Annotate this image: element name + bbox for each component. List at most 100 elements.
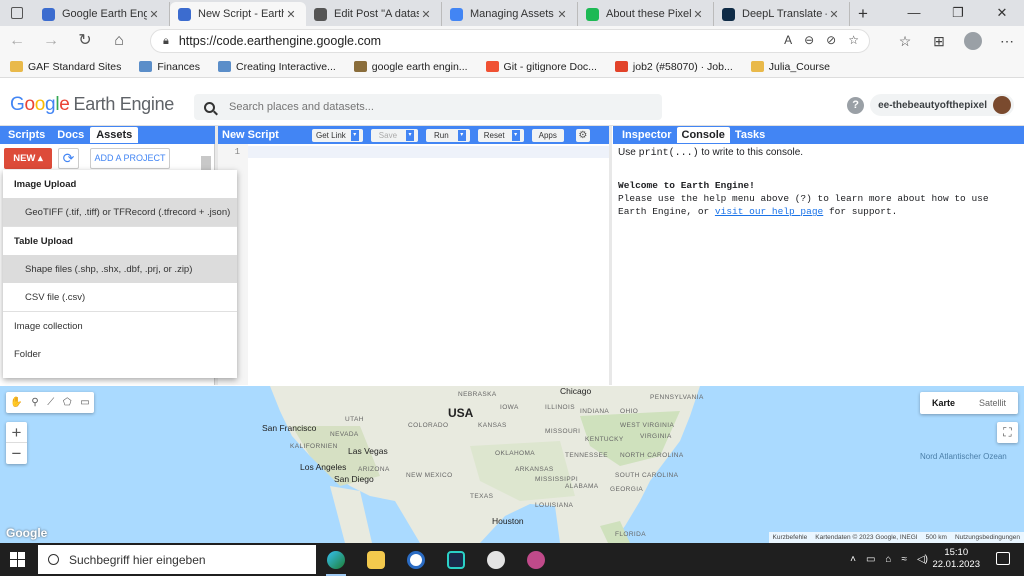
- bookmark-item[interactable]: job2 (#58070) · Job...: [614, 61, 733, 73]
- tab-docs[interactable]: Docs: [51, 127, 90, 143]
- close-tab-icon[interactable]: ✕: [147, 8, 161, 21]
- home-button[interactable]: ⌂: [102, 26, 136, 56]
- favorite-star-icon[interactable]: ☆: [848, 33, 859, 47]
- user-chip[interactable]: ee-thebeautyofthepixel: [870, 94, 1014, 116]
- new-asset-button[interactable]: NEW ▴: [4, 148, 52, 169]
- save-button[interactable]: Save ▾: [370, 128, 419, 142]
- line-tool-icon[interactable]: ⟋: [47, 397, 54, 408]
- menu-item[interactable]: Folder: [3, 340, 237, 368]
- get-link-button[interactable]: Get Link ▾: [312, 128, 363, 142]
- back-button[interactable]: ←: [0, 26, 34, 56]
- zoom-icon[interactable]: ⊖: [804, 33, 814, 47]
- close-tab-icon[interactable]: ✕: [419, 8, 433, 21]
- code-editor[interactable]: 1: [218, 144, 609, 385]
- attribution-item[interactable]: Nutzungsbedingungen: [951, 534, 1024, 541]
- fullscreen-icon[interactable]: ⛶: [997, 422, 1018, 443]
- webex-icon[interactable]: [438, 543, 474, 576]
- favorites-icon[interactable]: ☆: [888, 33, 922, 50]
- map-type-satellit[interactable]: Satellit: [967, 392, 1018, 414]
- close-tab-icon[interactable]: ✕: [691, 8, 705, 21]
- collections-icon[interactable]: ⊞: [922, 33, 956, 50]
- more-menu-icon[interactable]: ⋯: [990, 33, 1024, 50]
- taskbar-clock[interactable]: 15:10 22.01.2023: [932, 547, 980, 571]
- right-splitter[interactable]: [609, 126, 612, 385]
- windows-start-icon[interactable]: [10, 552, 25, 567]
- menu-item[interactable]: Image collection: [3, 312, 237, 340]
- map-state-label: FLORIDA: [615, 531, 646, 538]
- url-field[interactable]: 🔒︎ https://code.earthengine.google.com A…: [150, 29, 870, 53]
- browser-tab[interactable]: DeepL Translate – Der✕: [714, 2, 850, 26]
- places-search[interactable]: [194, 94, 662, 120]
- polygon-tool-icon[interactable]: ⬠: [63, 397, 72, 408]
- profile-avatar[interactable]: [964, 32, 982, 50]
- battery-icon[interactable]: ▭: [866, 554, 875, 565]
- forward-button[interactable]: →: [34, 26, 68, 56]
- snipping-tool-icon[interactable]: [518, 543, 554, 576]
- maximize-button[interactable]: ❐: [936, 0, 980, 26]
- current-line[interactable]: [248, 146, 609, 158]
- tab-scripts[interactable]: Scripts: [2, 127, 51, 143]
- tab-actions-button[interactable]: [0, 0, 34, 26]
- panel-scrollbar[interactable]: [201, 156, 211, 170]
- bookmark-item[interactable]: Creating Interactive...: [218, 61, 336, 73]
- menu-item[interactable]: Shape files (.shp, .shx, .dbf, .prj, or …: [3, 255, 237, 283]
- timer-app-icon[interactable]: [398, 543, 434, 576]
- reload-button[interactable]: ↻: [68, 26, 102, 56]
- tab-inspector[interactable]: Inspector: [617, 127, 677, 143]
- wifi-icon[interactable]: ≈: [901, 554, 907, 565]
- bookmark-item[interactable]: GAF Standard Sites: [10, 61, 121, 73]
- zoom-out-button[interactable]: −: [6, 443, 27, 464]
- volume-icon[interactable]: ◁): [917, 554, 928, 565]
- help-icon[interactable]: ?: [847, 96, 865, 114]
- bookmark-item[interactable]: google earth engin...: [353, 61, 468, 73]
- tray-chevron-icon[interactable]: ˄: [850, 554, 856, 565]
- menu-item[interactable]: GeoTIFF (.tif, .tiff) or TFRecord (.tfre…: [3, 198, 237, 226]
- map-view[interactable]: San Francisco Las Vegas Los Angeles San Die…: [0, 386, 1024, 543]
- places-search-input[interactable]: [229, 101, 629, 113]
- rectangle-tool-icon[interactable]: ▭: [80, 397, 89, 408]
- bookmark-item[interactable]: Git - gitignore Doc...: [485, 61, 597, 73]
- close-window-button[interactable]: ✕: [980, 0, 1024, 26]
- gear-icon[interactable]: ⚙: [575, 128, 590, 142]
- tab-assets[interactable]: Assets: [90, 127, 139, 143]
- tab-tasks[interactable]: Tasks: [730, 127, 770, 143]
- zoom-in-button[interactable]: +: [6, 422, 27, 443]
- paint-app-icon[interactable]: [478, 543, 514, 576]
- read-aloud-icon[interactable]: A: [784, 33, 792, 47]
- run-button[interactable]: Run ▾: [426, 128, 470, 142]
- minimize-button[interactable]: —: [892, 0, 936, 26]
- close-tab-icon[interactable]: ✕: [827, 8, 841, 21]
- attribution-item[interactable]: Kurzbefehle: [769, 534, 812, 541]
- point-marker-icon[interactable]: ⚲: [31, 397, 38, 408]
- close-tab-icon[interactable]: ✕: [284, 8, 298, 21]
- notifications-icon[interactable]: [996, 552, 1010, 565]
- file-explorer-icon[interactable]: [358, 543, 394, 576]
- tracking-icon[interactable]: ⊘: [826, 33, 836, 47]
- tab-console[interactable]: Console: [676, 127, 730, 143]
- network-icon[interactable]: ⌂: [885, 554, 891, 565]
- browser-tab[interactable]: New Script - Earth Engine✕: [170, 2, 306, 26]
- edge-browser-icon[interactable]: [318, 543, 354, 576]
- map-state-label: IOWA: [500, 404, 519, 411]
- pan-hand-icon[interactable]: ✋: [10, 397, 22, 408]
- menu-item[interactable]: CSV file (.csv): [3, 283, 237, 311]
- address-bar-row: ← → ↻ ⌂ 🔒︎ https://code.earthengine.goog…: [0, 26, 1024, 56]
- map-city-label: Las Vegas: [348, 446, 388, 456]
- help-page-link[interactable]: visit our help page: [715, 206, 823, 217]
- map-type-karte[interactable]: Karte: [920, 392, 967, 414]
- browser-tab[interactable]: About these Pixels ✕: [578, 2, 714, 26]
- bookmark-item[interactable]: Finances: [139, 61, 200, 73]
- reset-button[interactable]: Reset ▾: [477, 128, 524, 142]
- browser-tab[interactable]: Google Earth Engine✕: [34, 2, 170, 26]
- taskbar-search[interactable]: Suchbegriff hier eingeben: [38, 545, 316, 574]
- refresh-icon[interactable]: ⟳: [58, 148, 79, 169]
- earth-engine-logo[interactable]: Google Earth Engine: [10, 94, 174, 116]
- left-panel-tabs: Scripts Docs Assets: [0, 126, 215, 144]
- close-tab-icon[interactable]: ✕: [555, 8, 569, 21]
- apps-button[interactable]: Apps: [531, 128, 564, 142]
- bookmark-item[interactable]: Julia_Course: [750, 61, 830, 73]
- browser-tab[interactable]: Managing Assets | Google✕: [442, 2, 578, 26]
- new-tab-button[interactable]: +: [850, 2, 876, 26]
- browser-tab[interactable]: Edit Post "A dataset"✕: [306, 2, 442, 26]
- add-project-button[interactable]: ADD A PROJECT: [90, 148, 170, 169]
